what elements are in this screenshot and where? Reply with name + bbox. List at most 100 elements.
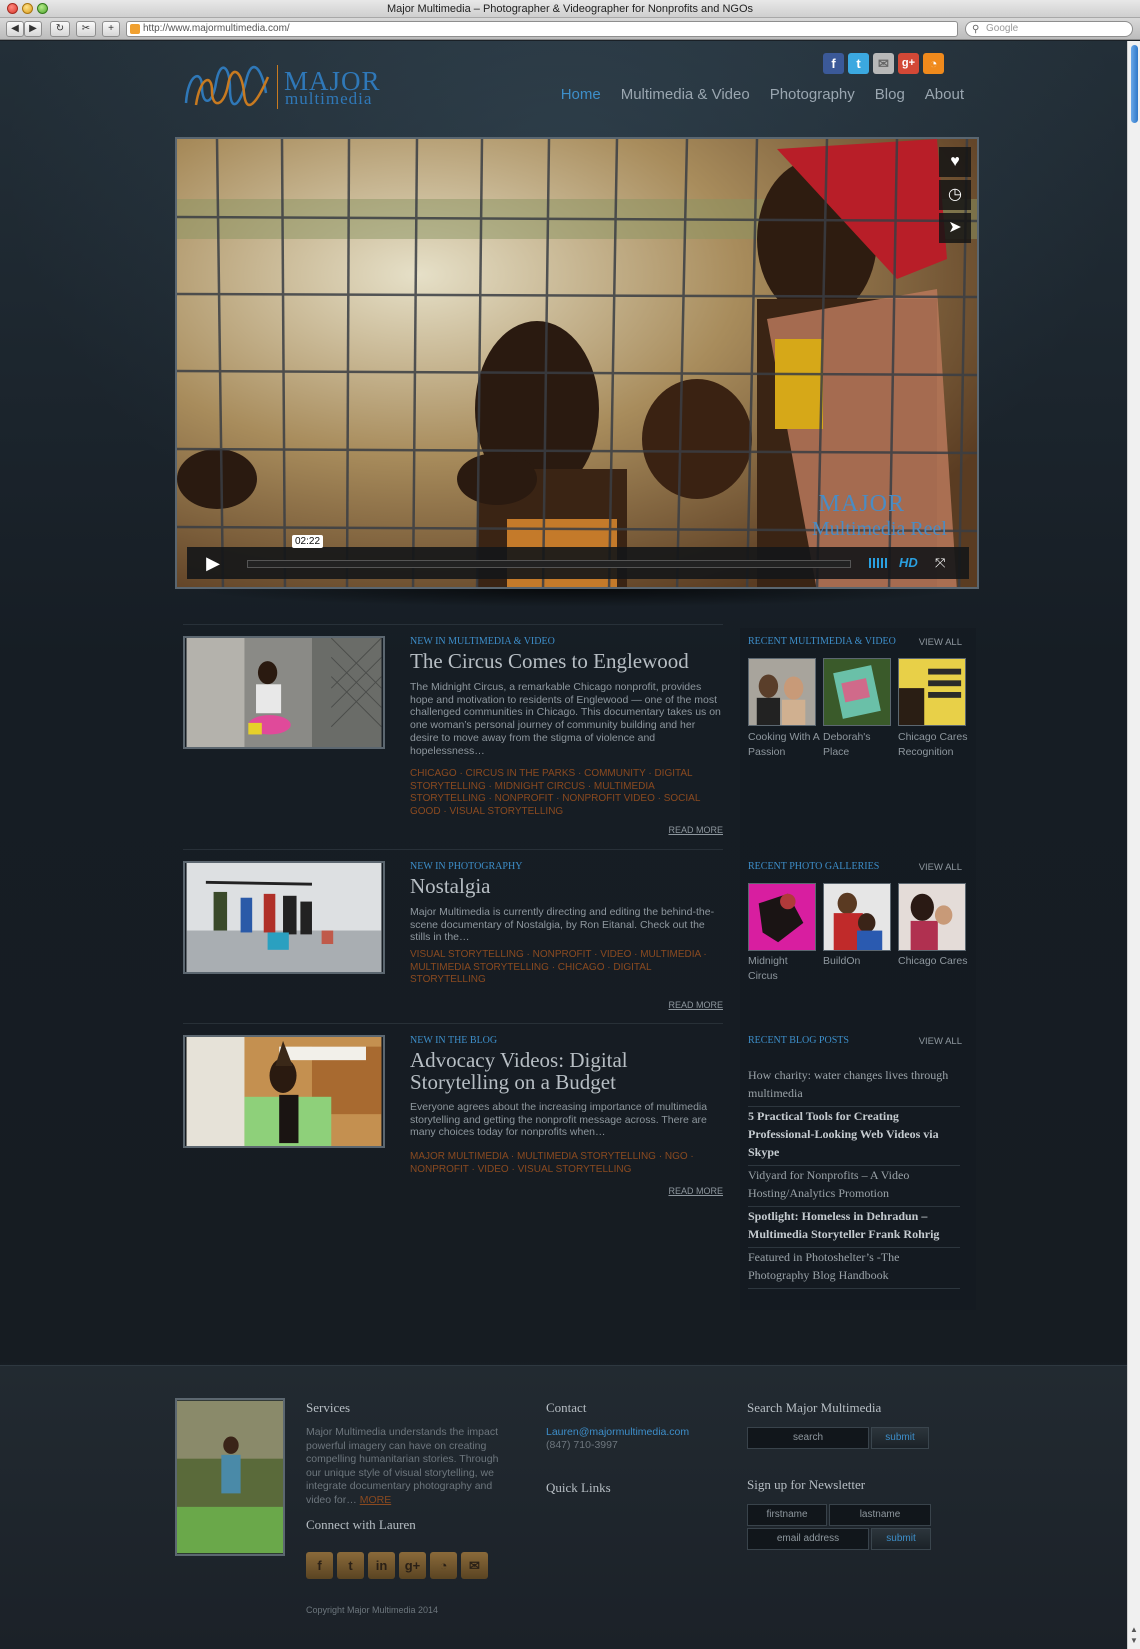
post-tags[interactable]: CHICAGO · CIRCUS IN THE PARKS · COMMUNIT… xyxy=(410,768,723,819)
search-heading: Search Major Multimedia xyxy=(747,1400,882,1415)
google-plus-icon[interactable]: g+ xyxy=(898,53,919,74)
sidebar-blog-post[interactable]: 5 Practical Tools for Creating Professio… xyxy=(748,1107,960,1166)
nav-photography[interactable]: Photography xyxy=(770,86,855,103)
rss-icon[interactable]: ◔ xyxy=(923,53,944,74)
clock-icon[interactable]: ◷ xyxy=(939,180,971,210)
search-submit-button[interactable]: submit xyxy=(871,1427,929,1449)
twitter-icon[interactable]: t xyxy=(848,53,869,74)
sidebar-photo-caption[interactable]: Chicago Cares xyxy=(898,954,970,969)
bookmark-icon[interactable]: ✂ xyxy=(76,21,96,37)
google-plus-icon[interactable]: g+ xyxy=(399,1552,426,1579)
heart-icon[interactable]: ♥ xyxy=(939,147,971,177)
blog-view-all-link[interactable]: VIEW ALL xyxy=(919,1036,962,1047)
nav-blog[interactable]: Blog xyxy=(875,86,905,103)
post-item: NEW IN THE BLOG Advocacy Videos: Digital… xyxy=(183,1035,723,1196)
address-bar[interactable]: http://www.majormultimedia.com/ xyxy=(126,21,958,37)
linkedin-icon[interactable]: in xyxy=(368,1552,395,1579)
video-scrubber[interactable] xyxy=(247,560,851,568)
post-tags[interactable]: MAJOR MULTIMEDIA · MULTIMEDIA STORYTELLI… xyxy=(410,1151,723,1176)
vertical-scrollbar[interactable]: ▲ ▼ xyxy=(1127,41,1140,1649)
browser-search-input[interactable]: ⚲ Google xyxy=(965,21,1133,37)
services-body: Major Multimedia understands the impact … xyxy=(306,1426,499,1506)
sidebar-photo-thumb[interactable] xyxy=(898,883,966,951)
sidebar-photo-caption[interactable]: Midnight Circus xyxy=(748,954,820,984)
email-icon[interactable]: ✉ xyxy=(461,1552,488,1579)
fullscreen-icon[interactable]: ⤧ xyxy=(935,547,945,579)
sidebar-blog-post[interactable]: Spotlight: Homeless in Dehradun – Multim… xyxy=(748,1207,960,1248)
footer-search-input[interactable]: search xyxy=(747,1427,869,1449)
scrollbar-thumb[interactable] xyxy=(1131,45,1138,123)
video-view-all-link[interactable]: VIEW ALL xyxy=(919,637,962,648)
contact-heading: Contact xyxy=(546,1400,587,1415)
sidebar-video-caption[interactable]: Chicago Cares Recognition xyxy=(898,730,970,760)
services-more-link[interactable]: MORE xyxy=(360,1494,392,1506)
scroll-down-arrow-icon[interactable]: ▼ xyxy=(1129,1636,1139,1646)
read-more-link[interactable]: READ MORE xyxy=(668,825,723,835)
nav-home[interactable]: Home xyxy=(561,86,601,103)
post-thumbnail[interactable] xyxy=(183,636,385,749)
services-heading: Services xyxy=(306,1400,351,1415)
post-title[interactable]: The Circus Comes to Englewood xyxy=(410,650,689,672)
video-player[interactable]: ♥ ◷ ➤ MAJOR Multimedia Reel ▶ 02:22 HD ⤧ xyxy=(175,137,979,589)
connect-heading: Connect with Lauren xyxy=(306,1517,416,1532)
email-icon[interactable]: ✉ xyxy=(873,53,894,74)
newsletter-email-field[interactable]: email address xyxy=(747,1528,869,1550)
back-button[interactable]: ◀ xyxy=(6,21,24,37)
scroll-up-arrow-icon[interactable]: ▲ xyxy=(1129,1625,1139,1635)
sidebar-video-thumb[interactable] xyxy=(898,658,966,726)
post-thumbnail[interactable] xyxy=(183,1035,385,1148)
post-title[interactable]: Nostalgia xyxy=(410,875,490,897)
post-excerpt: Major Multimedia is currently directing … xyxy=(410,906,715,944)
post-thumbnail[interactable] xyxy=(183,861,385,974)
sidebar-video-caption[interactable]: Deborah's Place xyxy=(823,730,895,760)
zoom-window-button[interactable] xyxy=(37,3,48,14)
minimize-window-button[interactable] xyxy=(22,3,33,14)
post-item: NEW IN MULTIMEDIA & VIDEO The Circus Com… xyxy=(183,636,723,836)
video-watermark: MAJOR Multimedia Reel xyxy=(812,491,947,541)
read-more-link[interactable]: READ MORE xyxy=(668,1186,723,1196)
contact-email-link[interactable]: Lauren@majormultimedia.com xyxy=(546,1426,689,1438)
reload-button[interactable]: ↻ xyxy=(50,21,70,37)
volume-icon[interactable] xyxy=(869,558,889,568)
add-bookmark-button[interactable]: + xyxy=(102,21,120,37)
rss-icon[interactable]: ◔ xyxy=(430,1552,457,1579)
newsletter-submit-button[interactable]: submit xyxy=(871,1528,931,1550)
site-logo[interactable]: MAJOR multimedia xyxy=(182,63,392,111)
close-window-button[interactable] xyxy=(7,3,18,14)
facebook-icon[interactable]: f xyxy=(306,1552,333,1579)
video-shadow xyxy=(190,589,964,607)
browser-search-placeholder: Google xyxy=(986,23,1019,34)
social-links: f t ✉ g+ ◔ xyxy=(823,53,944,75)
sidebar-blog-post[interactable]: Vidyard for Nonprofits – A Video Hosting… xyxy=(748,1166,960,1207)
nav-multimedia-video[interactable]: Multimedia & Video xyxy=(621,86,750,103)
sidebar-video-thumb[interactable] xyxy=(748,658,816,726)
divider xyxy=(183,849,723,850)
divider xyxy=(183,1023,723,1024)
play-button[interactable]: ▶ xyxy=(187,547,239,579)
sidebar-blog-post[interactable]: Featured in Photoshelter’s -The Photogra… xyxy=(748,1248,960,1289)
hd-toggle[interactable]: HD xyxy=(899,547,918,579)
twitter-icon[interactable]: t xyxy=(337,1552,364,1579)
read-more-link[interactable]: READ MORE xyxy=(668,1000,723,1010)
post-title[interactable]: Advocacy Videos: Digital Storytelling on… xyxy=(410,1049,723,1093)
lastname-field[interactable]: lastname xyxy=(829,1504,931,1526)
sidebar-blog-heading: RECENT BLOG POSTS xyxy=(748,1035,849,1046)
video-options: HD ⤧ xyxy=(859,547,969,579)
post-tags[interactable]: VISUAL STORYTELLING · NONPROFIT · VIDEO … xyxy=(410,949,723,987)
facebook-icon[interactable]: f xyxy=(823,53,844,74)
send-icon[interactable]: ➤ xyxy=(939,213,971,243)
photo-view-all-link[interactable]: VIEW ALL xyxy=(919,862,962,873)
sidebar-photo-thumb[interactable] xyxy=(823,883,891,951)
logo-swirl-icon xyxy=(184,65,270,107)
post-category: NEW IN MULTIMEDIA & VIDEO xyxy=(410,636,555,647)
post-category: NEW IN PHOTOGRAPHY xyxy=(410,861,523,872)
sidebar-photo-thumb[interactable] xyxy=(748,883,816,951)
nav-about[interactable]: About xyxy=(925,86,964,103)
sidebar-video-caption[interactable]: Cooking With A Passion xyxy=(748,730,820,760)
firstname-field[interactable]: firstname xyxy=(747,1504,827,1526)
sidebar-blog-post[interactable]: How charity: water changes lives through… xyxy=(748,1066,960,1107)
sidebar-video-thumb[interactable] xyxy=(823,658,891,726)
browser-toolbar: ◀ ▶ ↻ ✂ + http://www.majormultimedia.com… xyxy=(0,18,1140,40)
sidebar-photo-caption[interactable]: BuildOn xyxy=(823,954,895,969)
forward-button[interactable]: ▶ xyxy=(24,21,42,37)
